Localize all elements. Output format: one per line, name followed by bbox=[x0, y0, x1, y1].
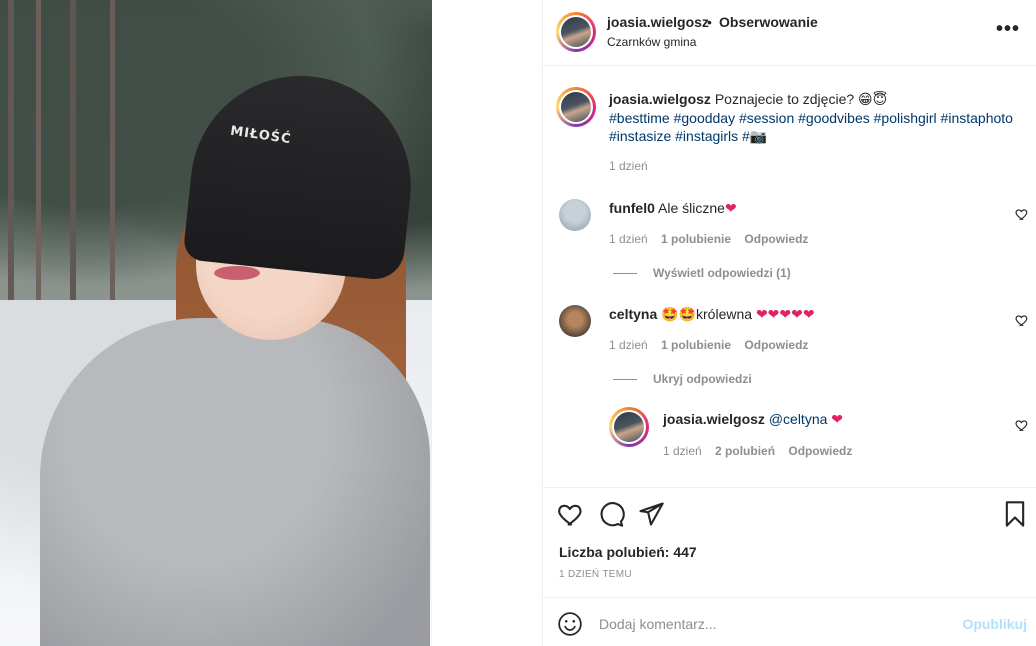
post-side-panel: joasia.wielgosz • Obserwowanie Czarnków … bbox=[542, 0, 1036, 646]
emoji-picker-icon[interactable] bbox=[557, 611, 583, 637]
grey-sweater bbox=[40, 318, 430, 646]
caption-text: joasia.wielgosz Poznajecie to zdjęcie? 😁… bbox=[609, 90, 1029, 146]
comment-text: celtyna 🤩🤩królewna ❤❤❤❤❤ bbox=[609, 306, 815, 323]
avatar[interactable] bbox=[609, 407, 649, 447]
avatar[interactable] bbox=[559, 305, 591, 337]
star-eyes-emoji: 🤩🤩 bbox=[661, 306, 697, 322]
reply-text: joasia.wielgosz @celtyna ❤ bbox=[663, 411, 843, 428]
reply-username[interactable]: joasia.wielgosz bbox=[663, 411, 765, 427]
comment-icon[interactable] bbox=[597, 500, 625, 528]
hide-replies-label: Ukryj odpowiedzi bbox=[653, 372, 752, 386]
view-replies-button[interactable]: Wyświetl odpowiedzi (1) bbox=[613, 266, 791, 280]
post-date[interactable]: 1 DZIEŃ TEMU bbox=[559, 569, 632, 580]
post-photo[interactable]: MIŁOŚĆ bbox=[0, 0, 432, 646]
more-options-icon[interactable]: ••• bbox=[996, 18, 1020, 41]
caption-timestamp[interactable]: 1 dzień bbox=[609, 159, 648, 173]
likes-count[interactable]: Liczba polubień: 447 bbox=[559, 544, 697, 560]
comments-section: joasia.wielgosz Poznajecie to zdjęcie? 😁… bbox=[543, 67, 1036, 487]
comment-username[interactable]: funfel0 bbox=[609, 200, 655, 216]
post-actions: Liczba polubień: 447 1 DZIEŃ TEMU bbox=[543, 487, 1036, 596]
author-username[interactable]: joasia.wielgosz bbox=[607, 14, 709, 30]
comment-time[interactable]: 1 dzień bbox=[609, 338, 648, 352]
comment-username[interactable]: celtyna bbox=[609, 306, 657, 322]
bookmark-icon[interactable] bbox=[1001, 500, 1029, 528]
comment-text: funfel0 Ale śliczne❤ bbox=[609, 200, 737, 217]
avatar[interactable] bbox=[556, 12, 596, 52]
comment-meta: 1 dzień 1 polubienie Odpowiedz bbox=[609, 338, 818, 352]
heart-emoji: ❤ bbox=[831, 411, 844, 427]
following-button[interactable]: Obserwowanie bbox=[719, 14, 818, 30]
mention-link[interactable]: @celtyna bbox=[769, 411, 828, 427]
location-link[interactable]: Czarnków gmina bbox=[607, 35, 696, 49]
heart-emoji: ❤❤❤❤❤ bbox=[755, 306, 815, 322]
avatar[interactable] bbox=[556, 87, 596, 127]
camera-emoji: 📷 bbox=[749, 128, 768, 144]
comment-meta: 1 dzień 1 polubienie Odpowiedz bbox=[609, 232, 818, 246]
lips bbox=[214, 266, 260, 280]
reply-button[interactable]: Odpowiedz bbox=[788, 444, 852, 458]
heart-emoji: ❤ bbox=[724, 200, 737, 216]
add-comment-bar: Dodaj komentarz... Opublikuj bbox=[543, 597, 1036, 646]
like-reply-heart-icon[interactable] bbox=[1015, 418, 1029, 432]
comment-body: królewna bbox=[696, 306, 753, 322]
comment-likes[interactable]: 1 polubienie bbox=[661, 232, 731, 246]
comment-input[interactable]: Dodaj komentarz... bbox=[599, 616, 717, 632]
reply-button[interactable]: Odpowiedz bbox=[744, 338, 808, 352]
post-header: joasia.wielgosz • Obserwowanie Czarnków … bbox=[543, 0, 1036, 66]
separator-dot: • bbox=[707, 14, 712, 30]
reply-likes[interactable]: 2 polubień bbox=[715, 444, 775, 458]
caption-username[interactable]: joasia.wielgosz bbox=[609, 91, 711, 107]
share-icon[interactable] bbox=[637, 500, 665, 528]
comment-body: Ale śliczne bbox=[658, 200, 725, 216]
avatar[interactable] bbox=[559, 199, 591, 231]
like-comment-heart-icon[interactable] bbox=[1015, 207, 1029, 221]
comment-likes[interactable]: 1 polubienie bbox=[661, 338, 731, 352]
hide-replies-button[interactable]: Ukryj odpowiedzi bbox=[613, 372, 752, 386]
view-replies-label: Wyświetl odpowiedzi (1) bbox=[653, 266, 791, 280]
hashtags-line[interactable]: #instasize #instagirls # bbox=[609, 128, 750, 144]
like-comment-heart-icon[interactable] bbox=[1015, 313, 1029, 327]
reply-time[interactable]: 1 dzień bbox=[663, 444, 702, 458]
caption-body: Poznajecie to zdjęcie? 😁😇 bbox=[714, 91, 888, 107]
reply-button[interactable]: Odpowiedz bbox=[744, 232, 808, 246]
publish-button[interactable]: Opublikuj bbox=[962, 616, 1027, 632]
comment-time[interactable]: 1 dzień bbox=[609, 232, 648, 246]
hashtags-line[interactable]: #besttime #goodday #session #goodvibes #… bbox=[609, 110, 1013, 126]
reply-meta: 1 dzień 2 polubień Odpowiedz bbox=[663, 444, 862, 458]
heart-icon[interactable] bbox=[557, 500, 585, 528]
